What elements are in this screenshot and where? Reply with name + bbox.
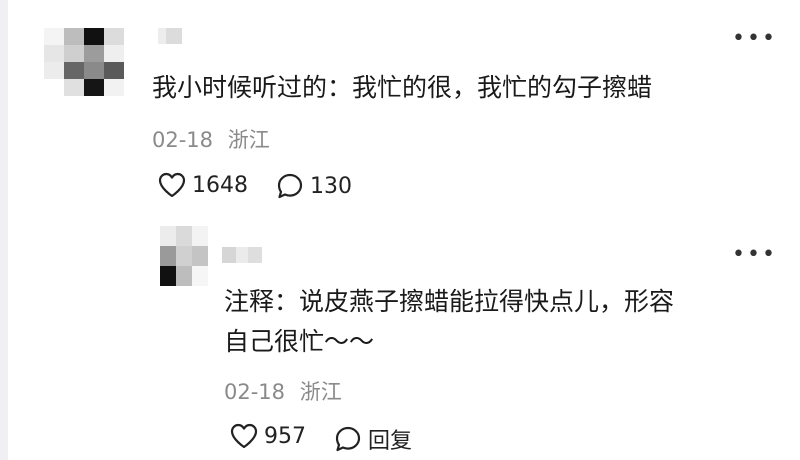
comment-location: 浙江 [227, 128, 270, 152]
comment-avatar[interactable] [44, 28, 124, 98]
more-dots-icon[interactable]: ••• [732, 28, 777, 50]
reply-avatar[interactable] [160, 226, 208, 286]
reply-date: 02-18 [224, 380, 286, 404]
reply-username-blurred[interactable] [222, 247, 262, 263]
comment-replies-button[interactable]: 130 [276, 172, 352, 200]
comment-reply-count: 130 [310, 173, 352, 199]
comment-like-button[interactable]: 1648 [158, 172, 248, 198]
reply-button[interactable]: 回复 [334, 423, 412, 455]
comment-date: 02-18 [152, 128, 214, 152]
reply-button-label: 回复 [368, 429, 413, 454]
comment-like-count: 1648 [192, 172, 248, 198]
reply-like-count: 957 [264, 423, 306, 449]
reply-meta: 02-18 浙江 [224, 376, 342, 406]
chat-bubble-icon [277, 173, 303, 199]
comment-username-blurred[interactable] [158, 28, 182, 44]
heart-icon [158, 172, 186, 198]
reply-text-line1: 注释：说皮燕子擦蜡能拉得快点儿，形容 [224, 287, 675, 316]
more-dots-icon[interactable]: ••• [732, 244, 777, 266]
reply-text-line2: 自己很忙～～ [224, 327, 375, 356]
chat-bubble-icon [335, 426, 361, 452]
heart-icon [230, 423, 258, 449]
left-edge-strip [0, 0, 8, 460]
reply-location: 浙江 [299, 380, 342, 404]
reply-text: 注释：说皮燕子擦蜡能拉得快点儿，形容 自己很忙～～ [224, 282, 674, 362]
reply-like-button[interactable]: 957 [230, 423, 306, 449]
comment-text: 我小时候听过的：我忙的很，我忙的勾子擦蜡 [152, 73, 653, 102]
comment-meta: 02-18 浙江 [152, 124, 270, 154]
